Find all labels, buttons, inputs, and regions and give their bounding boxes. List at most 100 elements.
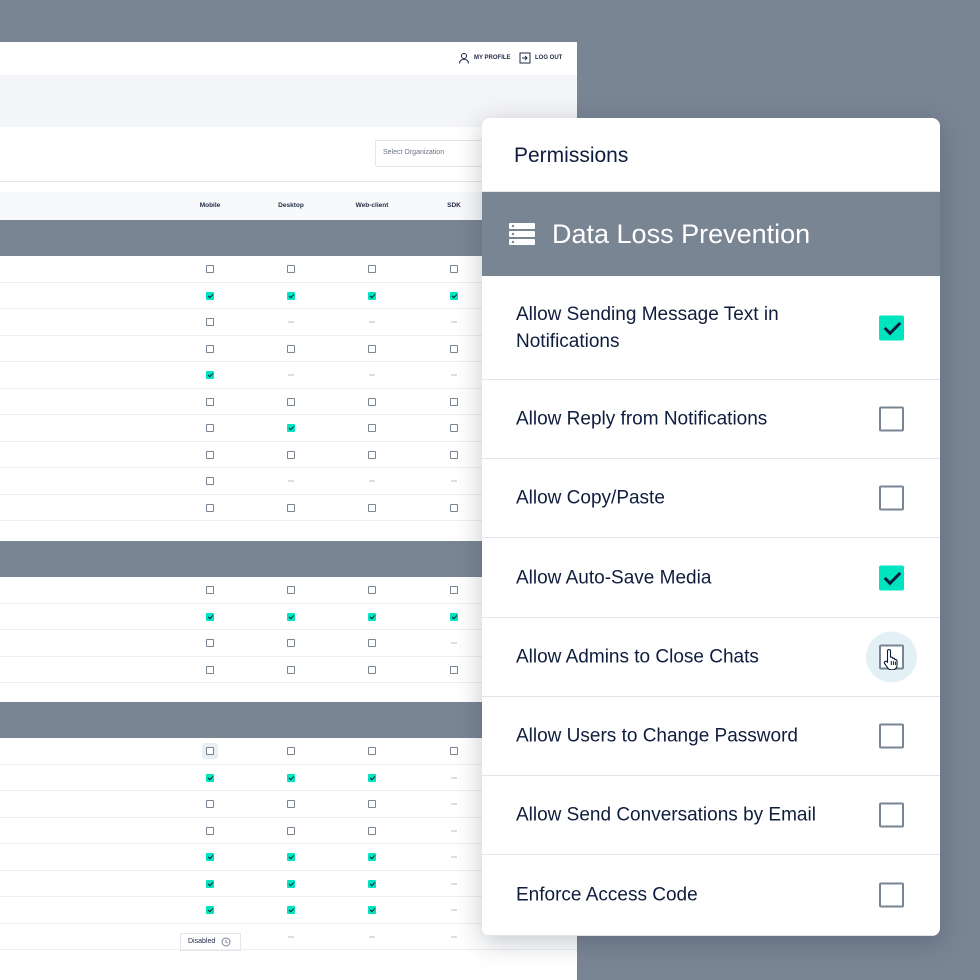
permission-checkbox[interactable]	[879, 315, 904, 340]
permission-checkbox[interactable]	[879, 882, 904, 908]
permission-label: Allow Auto-Save Media	[516, 567, 712, 588]
permission-row[interactable]: Allow Admins to Close Chats	[482, 618, 940, 697]
permission-checkbox[interactable]	[368, 879, 376, 888]
permission-checkbox[interactable]	[450, 424, 458, 432]
permission-row[interactable]: Allow Auto-Save Media	[482, 538, 940, 618]
permission-checkbox[interactable]	[879, 406, 904, 432]
permission-checkbox[interactable]	[287, 291, 295, 300]
permission-checkbox[interactable]	[287, 503, 295, 512]
permission-checkbox[interactable]	[206, 586, 214, 594]
permission-checkbox[interactable]	[206, 612, 214, 621]
permission-checkbox[interactable]	[368, 397, 376, 406]
permission-row[interactable]: Allow Copy/Paste	[482, 459, 940, 538]
permission-checkbox[interactable]	[287, 906, 295, 914]
permission-checkbox[interactable]	[368, 773, 376, 782]
permission-checkbox[interactable]	[879, 723, 904, 749]
permission-checkbox[interactable]	[287, 265, 295, 273]
permission-checkbox[interactable]	[287, 639, 295, 647]
permission-checkbox[interactable]	[206, 826, 214, 835]
permission-checkbox[interactable]	[450, 450, 458, 459]
permission-checkbox[interactable]	[206, 371, 214, 379]
not-applicable-dash	[451, 830, 457, 831]
permission-checkbox[interactable]	[368, 503, 376, 512]
permission-checkbox[interactable]	[287, 424, 295, 432]
permission-checkbox[interactable]	[450, 665, 458, 674]
permission-checkbox[interactable]	[287, 879, 295, 888]
permission-checkbox[interactable]	[206, 853, 214, 861]
permission-checkbox[interactable]	[287, 747, 295, 755]
permission-checkbox[interactable]	[287, 450, 295, 459]
permission-checkbox[interactable]	[206, 397, 214, 406]
permission-checkbox[interactable]	[879, 565, 904, 590]
permission-checkbox[interactable]	[206, 800, 214, 808]
permission-checkbox[interactable]	[206, 665, 214, 674]
permission-checkbox[interactable]	[206, 344, 214, 353]
permission-checkbox[interactable]	[368, 826, 376, 835]
not-applicable-dash	[369, 321, 375, 323]
permission-checkbox[interactable]	[287, 853, 295, 861]
permission-checkbox[interactable]	[368, 450, 376, 459]
permission-row[interactable]: Allow Send Conversations by Email	[482, 776, 940, 855]
permission-checkbox[interactable]	[368, 800, 376, 808]
not-applicable-dash	[288, 321, 294, 323]
permission-checkbox[interactable]	[368, 424, 376, 432]
permission-checkbox[interactable]	[450, 612, 458, 621]
permission-checkbox[interactable]	[287, 344, 295, 353]
permission-checkbox[interactable]	[368, 265, 376, 273]
permission-checkbox[interactable]	[287, 397, 295, 406]
permission-checkbox[interactable]	[287, 586, 295, 594]
permission-row[interactable]: Enforce Access Code	[482, 855, 940, 936]
permission-checkbox[interactable]	[206, 773, 214, 782]
permission-checkbox[interactable]	[206, 879, 214, 888]
disabled-status-chip[interactable]: Disabled	[180, 932, 241, 951]
permission-checkbox[interactable]	[450, 291, 458, 300]
permission-checkbox[interactable]	[287, 665, 295, 674]
permission-label: Enforce Access Code	[516, 884, 698, 906]
permission-checkbox[interactable]	[206, 265, 214, 273]
permission-checkbox[interactable]	[368, 586, 376, 594]
not-applicable-dash	[451, 883, 457, 884]
permission-checkbox[interactable]	[206, 639, 214, 647]
permission-checkbox[interactable]	[206, 291, 214, 300]
permission-checkbox[interactable]	[206, 450, 214, 459]
permission-row[interactable]: Allow Sending Message Text in Notificati…	[482, 276, 940, 380]
permission-checkbox[interactable]	[206, 906, 214, 914]
permission-checkbox[interactable]	[368, 639, 376, 647]
permission-checkbox[interactable]	[450, 586, 458, 594]
permission-checkbox[interactable]	[368, 291, 376, 300]
permission-checkbox[interactable]	[450, 397, 458, 406]
permission-checkbox[interactable]	[368, 665, 376, 674]
permission-checkbox[interactable]	[368, 906, 376, 914]
permission-checkbox[interactable]	[287, 800, 295, 808]
permission-checkbox[interactable]	[450, 344, 458, 353]
permission-row[interactable]: Allow Users to Change Password	[482, 697, 940, 776]
permission-row[interactable]: Allow Reply from Notifications	[482, 380, 940, 459]
permission-checkbox[interactable]	[368, 612, 376, 621]
permission-checkbox[interactable]	[450, 747, 458, 755]
permission-checkbox[interactable]	[879, 802, 904, 828]
permission-checkbox[interactable]	[368, 344, 376, 353]
not-applicable-dash	[369, 480, 375, 482]
column-header-sdk: SDK	[447, 202, 461, 209]
disabled-label: Disabled	[188, 938, 216, 945]
column-header-mobile: Mobile	[199, 202, 221, 209]
permission-checkbox[interactable]	[206, 747, 214, 755]
permission-checkbox[interactable]	[368, 853, 376, 861]
permission-checkbox[interactable]	[206, 503, 214, 512]
permission-checkbox[interactable]	[879, 485, 904, 511]
permission-checkbox[interactable]	[287, 826, 295, 835]
log-out-link[interactable]: LOG OUT	[519, 52, 562, 64]
permission-checkbox[interactable]	[450, 503, 458, 512]
permission-checkbox[interactable]	[206, 424, 214, 432]
permission-checkbox[interactable]	[206, 318, 214, 326]
permission-checkbox[interactable]	[287, 773, 295, 782]
not-applicable-dash	[451, 777, 457, 778]
select-organization-dropdown[interactable]: Select Organization	[375, 140, 495, 167]
permission-label: Allow Reply from Notifications	[516, 408, 768, 430]
permissions-card: Permissions Data Loss Prevention Allow S…	[482, 118, 940, 936]
permission-checkbox[interactable]	[287, 612, 295, 621]
permission-checkbox[interactable]	[450, 265, 458, 273]
my-profile-link[interactable]: MY PROFILE	[458, 52, 511, 64]
permission-checkbox[interactable]	[368, 747, 376, 755]
permission-checkbox[interactable]	[206, 477, 214, 485]
